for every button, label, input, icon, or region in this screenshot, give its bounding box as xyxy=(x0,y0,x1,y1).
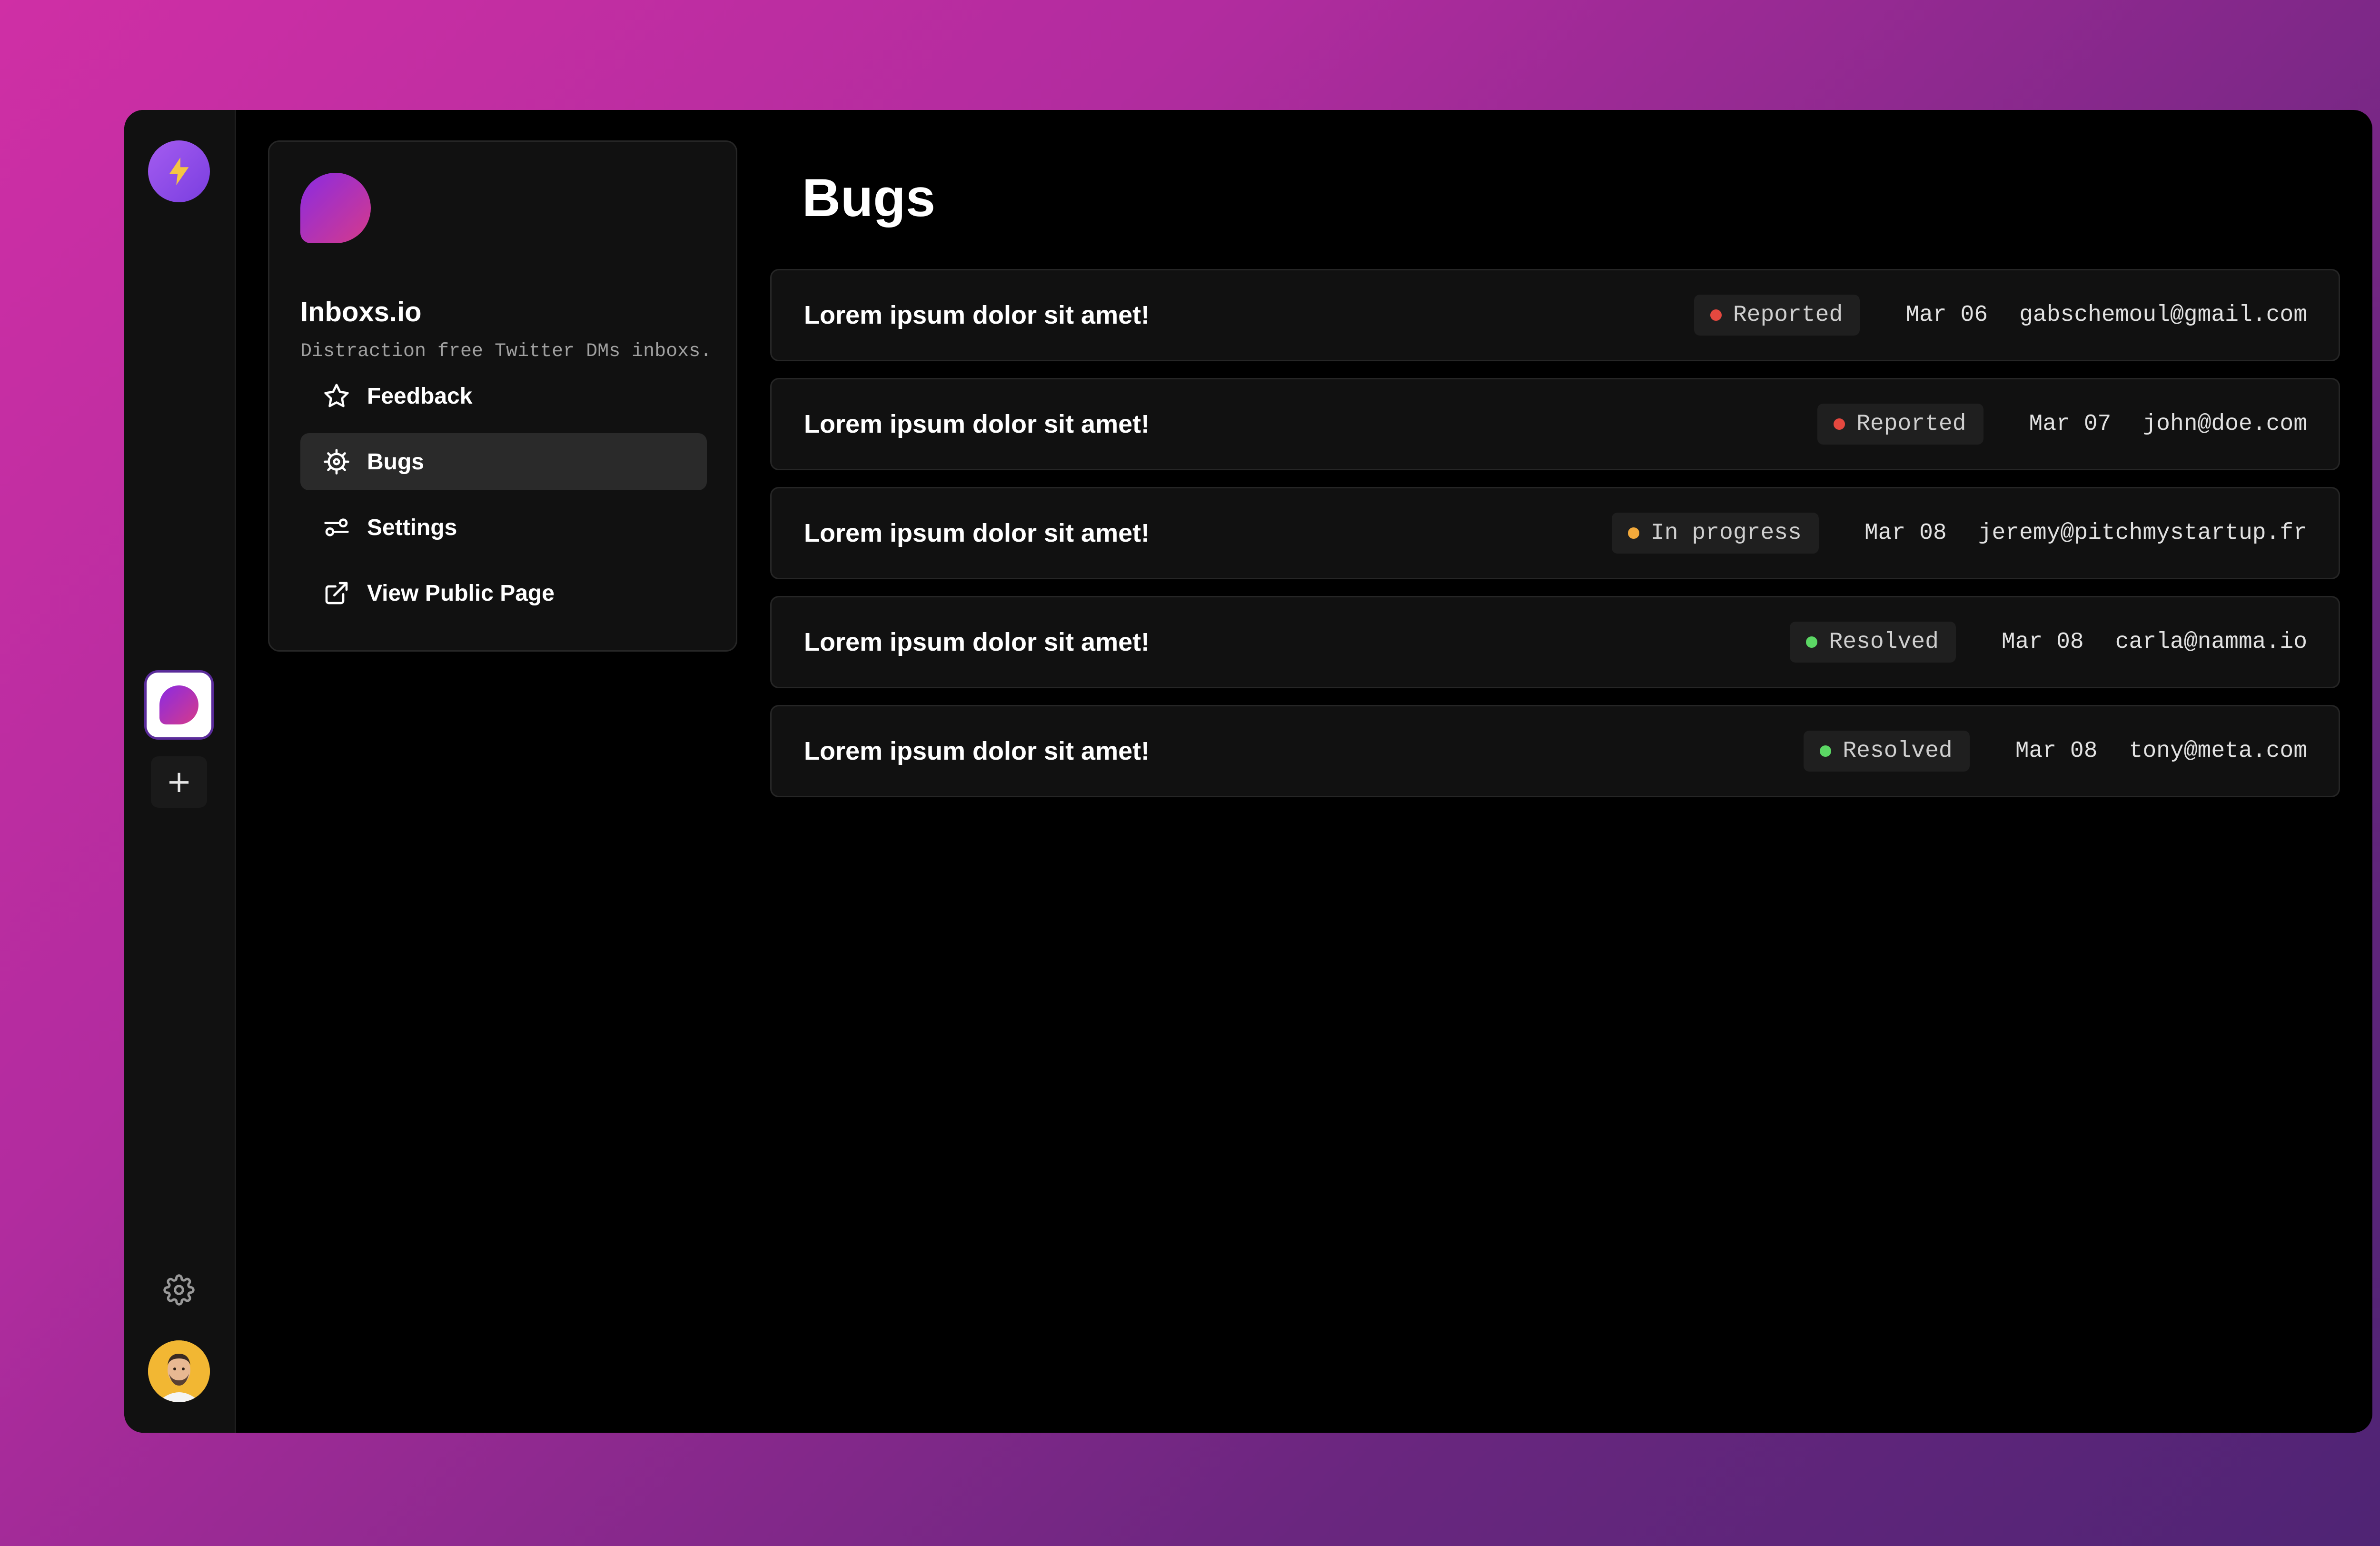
status-label: Resolved xyxy=(1843,738,1953,764)
plus-icon: + xyxy=(166,764,192,800)
status-dot xyxy=(1710,309,1722,321)
add-workspace-button[interactable]: + xyxy=(151,756,207,808)
bug-date: Mar 08 xyxy=(1864,520,1947,546)
nav-label: View Public Page xyxy=(367,580,555,606)
reporter-email: carla@namma.io xyxy=(2115,629,2307,655)
status-badge[interactable]: Reported xyxy=(1817,404,1983,445)
bug-title: Lorem ipsum dolor sit amet! xyxy=(804,301,1150,329)
project-card: Inboxs.io Distraction free Twitter DMs i… xyxy=(268,140,737,652)
workspace-inboxs-button[interactable] xyxy=(147,673,211,737)
bug-row[interactable]: Lorem ipsum dolor sit amet! Reported Mar… xyxy=(770,378,2340,470)
status-label: Resolved xyxy=(1829,629,1939,655)
reporter-email: john@doe.com xyxy=(2142,411,2307,437)
workspace-logo-icon xyxy=(159,685,198,724)
bug-list: Lorem ipsum dolor sit amet! Reported Mar… xyxy=(770,269,2340,814)
status-dot xyxy=(1628,527,1639,539)
lightning-icon[interactable] xyxy=(148,140,210,202)
gear-icon[interactable] xyxy=(163,1274,195,1306)
nav-item-settings[interactable]: Settings xyxy=(300,499,707,556)
external-link-icon xyxy=(322,579,351,607)
bug-title: Lorem ipsum dolor sit amet! xyxy=(804,737,1150,765)
bug-date: Mar 06 xyxy=(1905,302,1988,328)
app-window: + Inboxs.io Distraction free Twitter DMs xyxy=(124,110,2372,1433)
bug-title: Lorem ipsum dolor sit amet! xyxy=(804,628,1150,656)
reporter-email: gabschemoul@gmail.com xyxy=(2019,302,2307,328)
project-description: Distraction free Twitter DMs inboxs. xyxy=(300,341,712,362)
bug-row[interactable]: Lorem ipsum dolor sit amet! Resolved Mar… xyxy=(770,705,2340,797)
nav-item-feedback[interactable]: Feedback xyxy=(300,367,707,425)
reporter-email: tony@meta.com xyxy=(2129,738,2307,764)
bug-title: Lorem ipsum dolor sit amet! xyxy=(804,410,1150,438)
status-label: Reported xyxy=(1856,411,1966,437)
bug-date: Mar 08 xyxy=(2001,629,2084,655)
nav-item-bugs[interactable]: Bugs xyxy=(300,433,707,490)
status-badge[interactable]: In progress xyxy=(1612,513,1819,554)
workspace-rail: + xyxy=(124,110,236,1433)
status-badge[interactable]: Resolved xyxy=(1804,731,1970,772)
project-name: Inboxs.io xyxy=(300,297,422,327)
sliders-icon xyxy=(322,513,351,542)
nav-item-view-public-page[interactable]: View Public Page xyxy=(300,565,707,622)
nav-label: Feedback xyxy=(367,383,473,409)
status-badge[interactable]: Resolved xyxy=(1790,622,1956,663)
bug-title: Lorem ipsum dolor sit amet! xyxy=(804,519,1150,547)
bug-icon xyxy=(322,447,351,476)
nav-label: Bugs xyxy=(367,449,424,475)
project-logo xyxy=(300,173,371,243)
status-label: In progress xyxy=(1651,520,1802,546)
bug-row[interactable]: Lorem ipsum dolor sit amet! In progress … xyxy=(770,487,2340,579)
reporter-email: jeremy@pitchmystartup.fr xyxy=(1978,520,2307,546)
bug-date: Mar 07 xyxy=(2029,411,2112,437)
status-dot xyxy=(1820,745,1832,757)
page-title: Bugs xyxy=(802,168,935,228)
bug-row[interactable]: Lorem ipsum dolor sit amet! Resolved Mar… xyxy=(770,596,2340,688)
status-dot xyxy=(1806,636,1818,648)
star-icon xyxy=(322,382,351,410)
nav-label: Settings xyxy=(367,515,457,540)
bug-date: Mar 08 xyxy=(2015,738,2098,764)
status-badge[interactable]: Reported xyxy=(1694,295,1860,336)
bug-row[interactable]: Lorem ipsum dolor sit amet! Reported Mar… xyxy=(770,269,2340,361)
user-avatar[interactable] xyxy=(148,1340,210,1402)
status-dot xyxy=(1834,418,1845,430)
status-label: Reported xyxy=(1733,302,1843,328)
